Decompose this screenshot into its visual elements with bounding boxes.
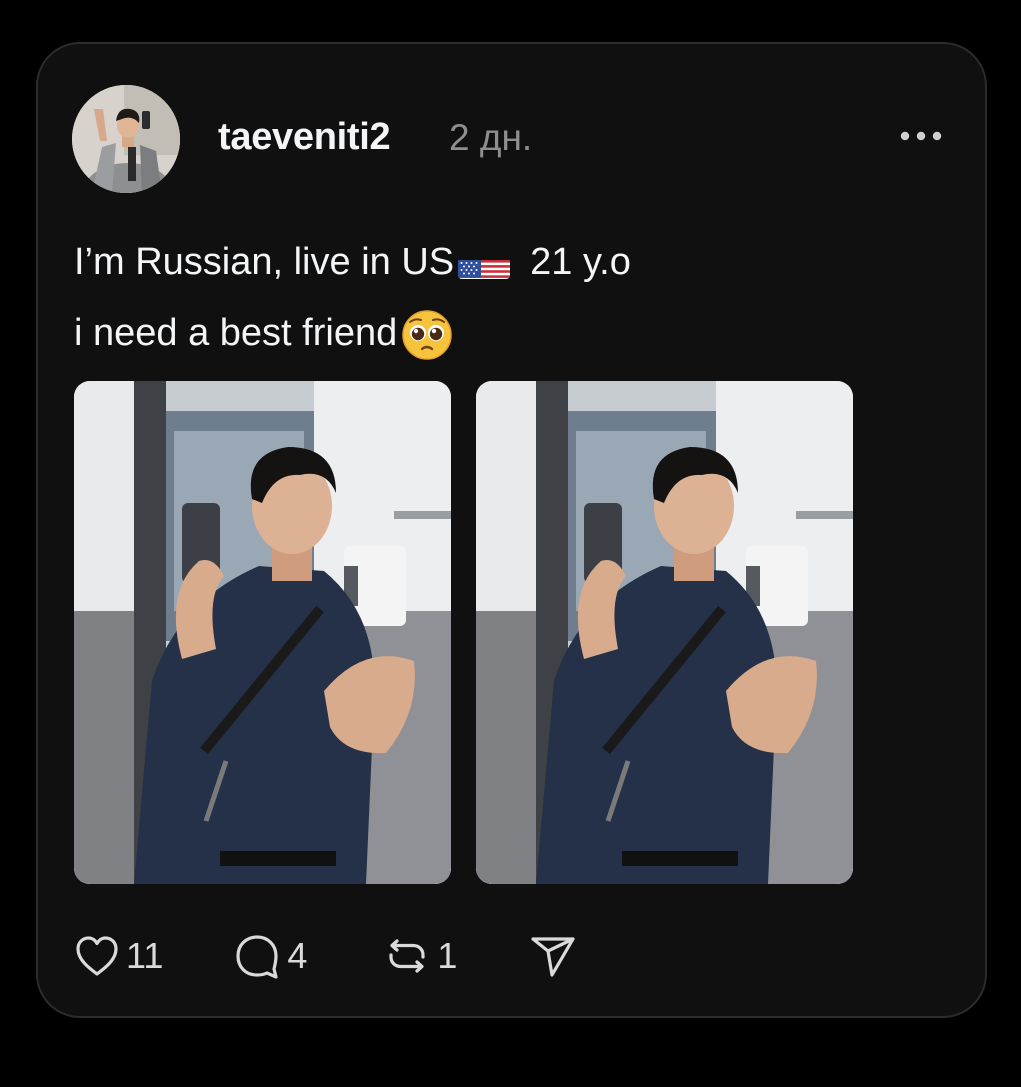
speech-bubble-icon	[233, 932, 281, 980]
post-photo-2[interactable]	[476, 381, 853, 884]
mirror-selfie-image	[74, 381, 451, 884]
post-text: I’m Russian, live in US 21 y.o i need a …	[74, 227, 874, 369]
post-photo-1[interactable]	[74, 381, 451, 884]
repost-count: 1	[437, 935, 458, 976]
post-text-line-1: I’m Russian, live in US 21 y.o	[74, 227, 874, 298]
send-icon	[529, 933, 577, 979]
pleading-face-emoji	[401, 308, 453, 360]
ellipsis-icon[interactable]	[896, 124, 946, 148]
post-card[interactable]: taeveniti2 2 дн. I’m Russian, live in US	[36, 42, 987, 1018]
comment-button[interactable]: 4	[233, 932, 307, 980]
username[interactable]: taeveniti2	[218, 116, 391, 159]
post-text-age: 21 y.o	[530, 241, 631, 283]
avatar[interactable]	[72, 85, 180, 193]
mirror-selfie-image	[476, 381, 853, 884]
post-text-second: i need a best friend	[74, 312, 398, 354]
post-timestamp: 2 дн.	[449, 117, 533, 158]
post-text-line-2: i need a best friend	[74, 298, 874, 369]
like-count: 11	[126, 935, 164, 976]
post-actions: 11 4 1	[74, 926, 577, 986]
share-button[interactable]	[529, 933, 577, 979]
profile-photo-image	[72, 85, 180, 193]
comment-count: 4	[287, 935, 308, 976]
heart-icon	[74, 934, 120, 978]
like-button[interactable]: 11	[74, 934, 163, 978]
us-flag-emoji	[458, 246, 511, 279]
repost-icon	[383, 933, 431, 979]
post-text-main: I’m Russian, live in US	[74, 241, 455, 283]
repost-button[interactable]: 1	[383, 933, 457, 979]
